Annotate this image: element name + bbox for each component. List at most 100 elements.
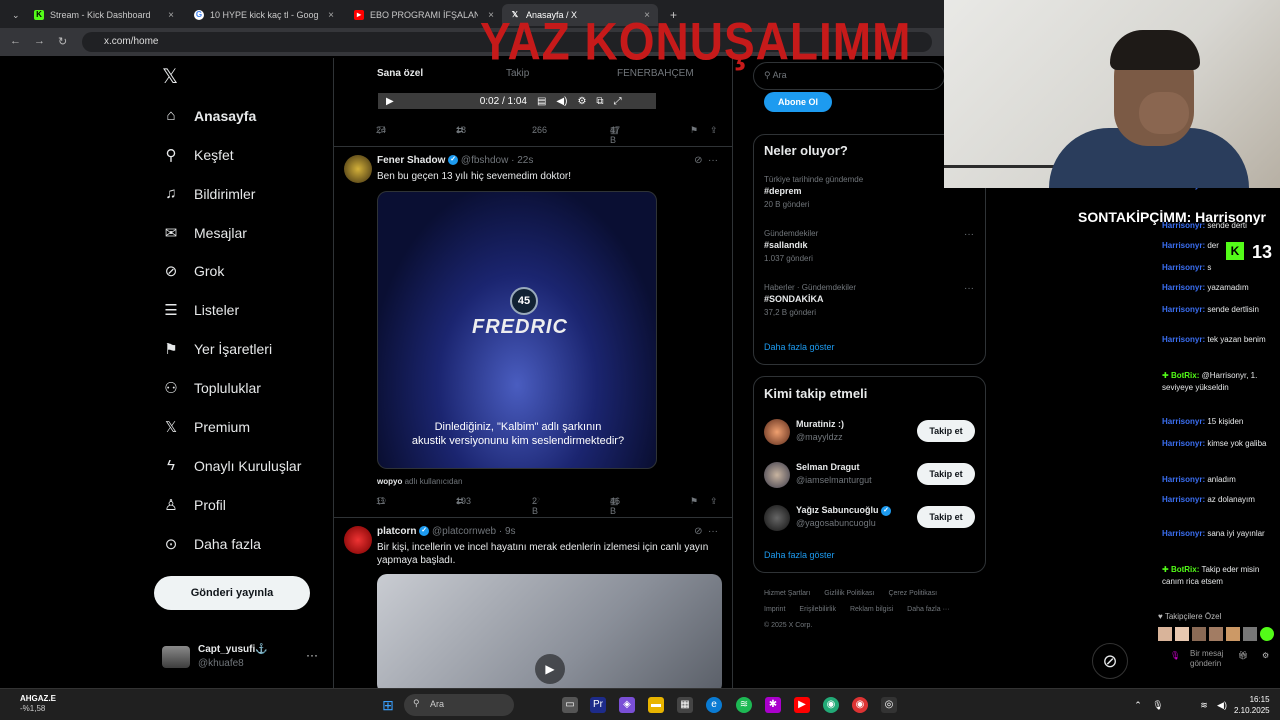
footer-link[interactable]: Gizlilik Politikası <box>824 590 874 597</box>
chat-username[interactable]: BotRix: <box>1171 565 1199 574</box>
task-view-icon[interactable]: ▭ <box>562 697 578 713</box>
follow-button[interactable]: Takip et <box>917 506 975 528</box>
grok-icon[interactable]: ⊘ <box>1092 643 1128 679</box>
app-icon[interactable]: ✱ <box>765 697 781 713</box>
folder-icon[interactable]: ▬ <box>648 697 664 713</box>
follow-button[interactable]: Takip et <box>917 463 975 485</box>
clock[interactable]: 16:15 2.10.2025 <box>1234 694 1270 716</box>
bookmark-icon[interactable]: ⚑ <box>690 496 698 507</box>
chat-username[interactable]: Harrisonyr: <box>1162 188 1205 190</box>
chat-username[interactable]: Harrisonyr: <box>1162 305 1205 314</box>
premiere-icon[interactable]: Pr <box>590 697 606 713</box>
tab-youtube[interactable]: ▸ EBO PROGRAMI İFŞALANDI. (y × <box>346 4 502 26</box>
share-icon[interactable]: ⇪ <box>710 496 718 507</box>
more-icon[interactable]: ··· <box>306 648 318 662</box>
emote[interactable] <box>1260 627 1274 641</box>
account-switcher[interactable]: Capt_yusufi⚓ @khuafe8 ··· <box>162 644 322 676</box>
chat-username[interactable]: Harrisonyr: <box>1162 475 1205 484</box>
sidebar-item-bookmark[interactable]: ⚑ Yer İşaretleri <box>162 340 272 358</box>
edge-icon[interactable]: e <box>706 697 722 713</box>
store-icon[interactable]: ▦ <box>677 697 693 713</box>
sidebar-item-bell[interactable]: ♫ Bildirimler <box>162 185 255 202</box>
footer-link[interactable]: Daha fazla ··· <box>907 606 949 613</box>
chat-username[interactable]: Harrisonyr: <box>1162 283 1205 292</box>
taskbar-search[interactable]: ⚲ Ara <box>404 694 514 716</box>
source-user[interactable]: wopyo <box>377 477 402 486</box>
sidebar-item-x-logo[interactable]: 𝕏 Premium <box>162 418 250 436</box>
more-icon[interactable]: ⊘ ··· <box>694 526 718 537</box>
footer-link[interactable]: Çerez Politikası <box>888 590 937 597</box>
trend-item[interactable]: Türkiye tarihinde gündemde #deprem 20 B … <box>764 175 974 209</box>
avatar[interactable] <box>344 526 372 554</box>
emote[interactable] <box>1226 627 1240 641</box>
sidebar-item-mail[interactable]: ✉ Mesajlar <box>162 224 247 242</box>
sidebar-item-more-circle[interactable]: ⊙ Daha fazla <box>162 535 261 553</box>
bookmark-icon[interactable]: ⚑ <box>690 125 698 136</box>
chat-username[interactable]: Harrisonyr: <box>1162 495 1205 504</box>
tab-google[interactable]: G 10 HYPE kick kaç tl - Google'da × <box>186 4 342 26</box>
wifi-icon[interactable]: ≋ <box>1196 697 1212 713</box>
captions-icon[interactable]: ▤ <box>537 96 546 107</box>
footer-link[interactable]: Erişilebilirlik <box>799 606 836 613</box>
play-icon[interactable]: ▶ <box>535 654 565 684</box>
chat-username[interactable]: Harrisonyr: <box>1162 335 1205 344</box>
chat-input[interactable]: Bir mesaj gönderin <box>1190 649 1230 669</box>
tweet-author[interactable]: platcorn ✓ @platcornweb · 9s <box>377 526 516 537</box>
trend-item[interactable]: Haberler · Gündemdekiler #SONDAKİKA 37,2… <box>764 283 974 317</box>
chat-username[interactable]: Harrisonyr: <box>1162 529 1205 538</box>
footer-link[interactable]: Reklam bilgisi <box>850 606 893 613</box>
chat-username[interactable]: Harrisonyr: <box>1162 241 1205 250</box>
sidebar-item-grok[interactable]: ⊘ Grok <box>162 262 225 280</box>
sidebar-item-profile[interactable]: ♙ Profil <box>162 496 226 514</box>
footer-link[interactable]: Imprint <box>764 606 785 613</box>
emote[interactable] <box>1192 627 1206 641</box>
chrome-icon[interactable]: ◉ <box>823 697 839 713</box>
subscribe-button[interactable]: Abone Ol <box>764 92 832 112</box>
tweet-video[interactable]: ▶ <box>377 574 722 688</box>
sidebar-item-communities[interactable]: ⚇ Topluluklar <box>162 379 261 397</box>
sidebar-item-list[interactable]: ☰ Listeler <box>162 301 239 319</box>
chrome-icon[interactable]: ◉ <box>852 697 868 713</box>
show-more-link[interactable]: Daha fazla göster <box>764 342 835 352</box>
sidebar-item-search[interactable]: ⚲ Keşfet <box>162 146 234 164</box>
tab-list-button[interactable]: ⌄ <box>4 4 20 26</box>
trend-item[interactable]: Gündemdekiler #sallandık 1.037 gönderi ·… <box>764 229 974 263</box>
wtf-item[interactable]: Selman Dragut @iamselmanturgut Takip et <box>764 460 984 494</box>
tab-for-you[interactable]: Sana özel <box>377 68 423 79</box>
forward-icon[interactable]: → <box>34 35 45 47</box>
emote[interactable] <box>1209 627 1223 641</box>
youtube-icon[interactable]: ▶ <box>794 697 810 713</box>
wtf-item[interactable]: Yağız Sabuncuoğlu ✓ @yagosabuncuoglu Tak… <box>764 503 984 537</box>
footer-link[interactable]: Hizmet Şartları <box>764 590 810 597</box>
fullscreen-icon[interactable]: ⤢ <box>614 96 622 107</box>
sidebar-item-home[interactable]: ⌂ Anasayfa <box>162 107 256 124</box>
copilot-icon[interactable]: ◈ <box>619 697 635 713</box>
play-icon[interactable]: ▶ <box>386 96 394 107</box>
close-icon[interactable]: × <box>328 10 334 21</box>
tweet-author[interactable]: Fener Shadow ✓ @fbshdow · 22s <box>377 155 533 166</box>
chat-username[interactable]: BotRix: <box>1171 371 1199 380</box>
tab-kick-dashboard[interactable]: K Stream - Kick Dashboard × <box>26 4 182 26</box>
volume-icon[interactable]: ◀) <box>1214 697 1230 713</box>
close-icon[interactable]: × <box>168 10 174 21</box>
spotify-icon[interactable]: ≋ <box>736 697 752 713</box>
chat-username[interactable]: Harrisonyr: <box>1162 417 1205 426</box>
mic-icon[interactable]: 🎙︎ <box>1170 651 1180 660</box>
settings-icon[interactable]: ⚙ <box>577 96 586 107</box>
post-button[interactable]: Gönderi yayınla <box>154 576 310 610</box>
emote[interactable] <box>1175 627 1189 641</box>
pip-icon[interactable]: ⧉ <box>596 96 603 107</box>
more-icon[interactable]: ⊘ ··· <box>694 155 718 166</box>
stock-widget[interactable]: AHGAZ.E -%1,58 <box>20 694 56 714</box>
more-icon[interactable]: ··· <box>964 229 974 240</box>
sidebar-item-lightning[interactable]: ϟ Onaylı Kuruluşlar <box>162 457 301 474</box>
volume-icon[interactable]: ◀) <box>556 96 567 107</box>
tweet-video[interactable]: 45 FREDRIC Dinlediğiniz, "Kalbim" adlı ş… <box>377 191 657 469</box>
chat-username[interactable]: Harrisonyr: <box>1162 439 1205 448</box>
gift-icon[interactable]: 🎁︎ <box>1238 651 1248 660</box>
settings-icon[interactable]: ⚙ <box>1262 651 1269 660</box>
avatar[interactable] <box>344 155 372 183</box>
chevron-up-icon[interactable]: ⌃ <box>1130 697 1146 713</box>
mic-icon[interactable]: 🎙︎ <box>1150 697 1166 713</box>
more-icon[interactable]: ··· <box>964 283 974 294</box>
